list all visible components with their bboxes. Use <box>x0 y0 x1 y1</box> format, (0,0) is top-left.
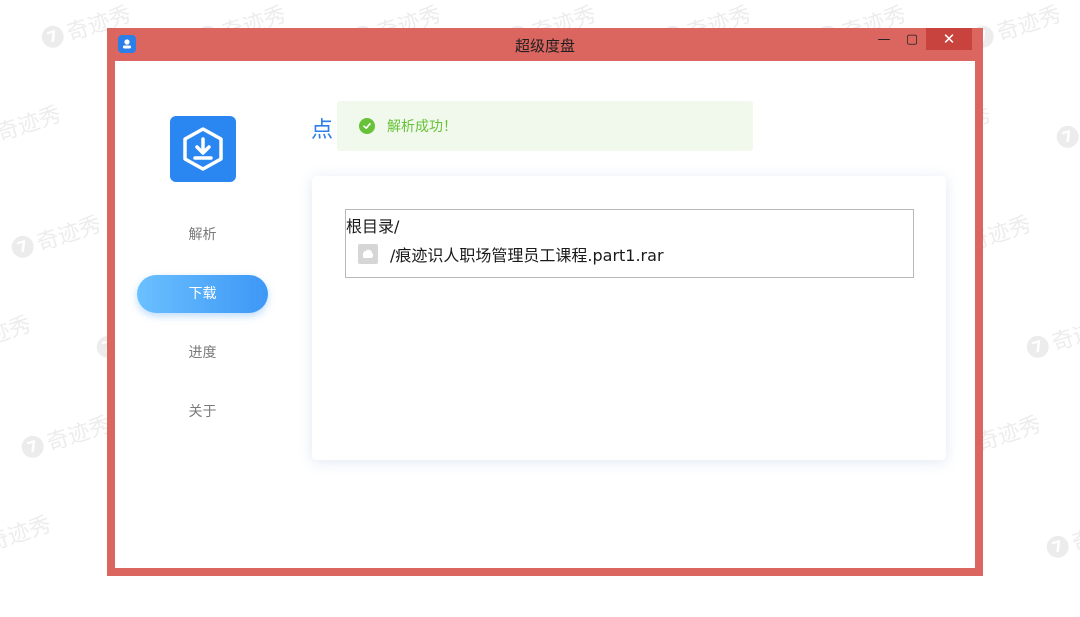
title-bar[interactable]: 超级度盘 — ▢ ✕ <box>107 28 983 61</box>
watermark: 7奇迹秀 <box>0 507 55 566</box>
window-title: 超级度盘 <box>514 37 575 55</box>
screen: 7奇迹秀7奇迹秀7奇迹秀7奇迹秀7奇迹秀7奇迹秀7奇迹秀7奇迹秀7奇迹秀7奇迹秀… <box>0 0 1080 617</box>
watermark-text: 奇迹秀 <box>33 212 105 257</box>
maximize-button[interactable]: ▢ <box>898 28 926 50</box>
nav-item-download[interactable]: 下载 <box>137 275 268 313</box>
watermark: 7奇迹秀 <box>1052 97 1080 156</box>
client-area: 解析 下载 进度 关于 点 根目录/ /痕迹识人职场管理员工课程.part1.r… <box>115 61 975 568</box>
watermark: 7奇迹秀 <box>17 407 114 466</box>
tree-root-label[interactable]: 根目录/ <box>346 213 399 237</box>
watermark-logo-icon: 7 <box>18 432 47 461</box>
check-circle-icon <box>359 118 375 134</box>
watermark: 7奇迹秀 <box>1022 307 1080 366</box>
watermark: 7奇迹秀 <box>0 97 65 156</box>
watermark: 7奇迹秀 <box>1042 507 1080 566</box>
watermark-text: 奇迹秀 <box>993 2 1065 47</box>
app-window: 超级度盘 — ▢ ✕ 解析 下载 进度 关于 点 根目录/ /痕迹识人职场管理员… <box>107 28 983 576</box>
watermark-text: 奇迹秀 <box>0 312 35 357</box>
watermark-text: 奇迹秀 <box>0 512 55 557</box>
watermark: 7奇迹秀 <box>7 207 104 266</box>
watermark-logo-icon: 7 <box>1043 532 1072 561</box>
page-title: 点 <box>311 118 334 143</box>
watermark-text: 奇迹秀 <box>43 412 115 457</box>
minimize-button[interactable]: — <box>870 28 898 50</box>
file-name: /痕迹识人职场管理员工课程.part1.rar <box>390 246 664 265</box>
watermark-logo-icon: 7 <box>1023 332 1052 361</box>
watermark-text: 奇迹秀 <box>1048 312 1080 357</box>
nav-item-parse[interactable]: 解析 <box>137 216 268 254</box>
success-toast: 解析成功！ <box>337 101 753 151</box>
file-tree[interactable]: 根目录/ /痕迹识人职场管理员工课程.part1.rar <box>345 209 914 278</box>
watermark: 7奇迹秀 <box>0 307 35 366</box>
file-tree-card: 根目录/ /痕迹识人职场管理员工课程.part1.rar <box>312 176 946 460</box>
nav-item-about[interactable]: 关于 <box>137 393 268 431</box>
watermark-logo-icon: 7 <box>8 232 37 261</box>
file-icon <box>358 244 378 264</box>
download-logo-icon <box>170 116 236 182</box>
tree-file-item[interactable]: /痕迹识人职场管理员工课程.part1.rar <box>358 242 664 266</box>
close-button[interactable]: ✕ <box>926 28 972 50</box>
watermark-logo-icon: 7 <box>38 22 67 51</box>
watermark-text: 奇迹秀 <box>0 102 65 147</box>
watermark-logo-icon: 7 <box>1053 122 1080 151</box>
watermark-text: 奇迹秀 <box>1068 512 1080 557</box>
nav-item-progress[interactable]: 进度 <box>137 334 268 372</box>
toast-message: 解析成功！ <box>387 119 457 135</box>
